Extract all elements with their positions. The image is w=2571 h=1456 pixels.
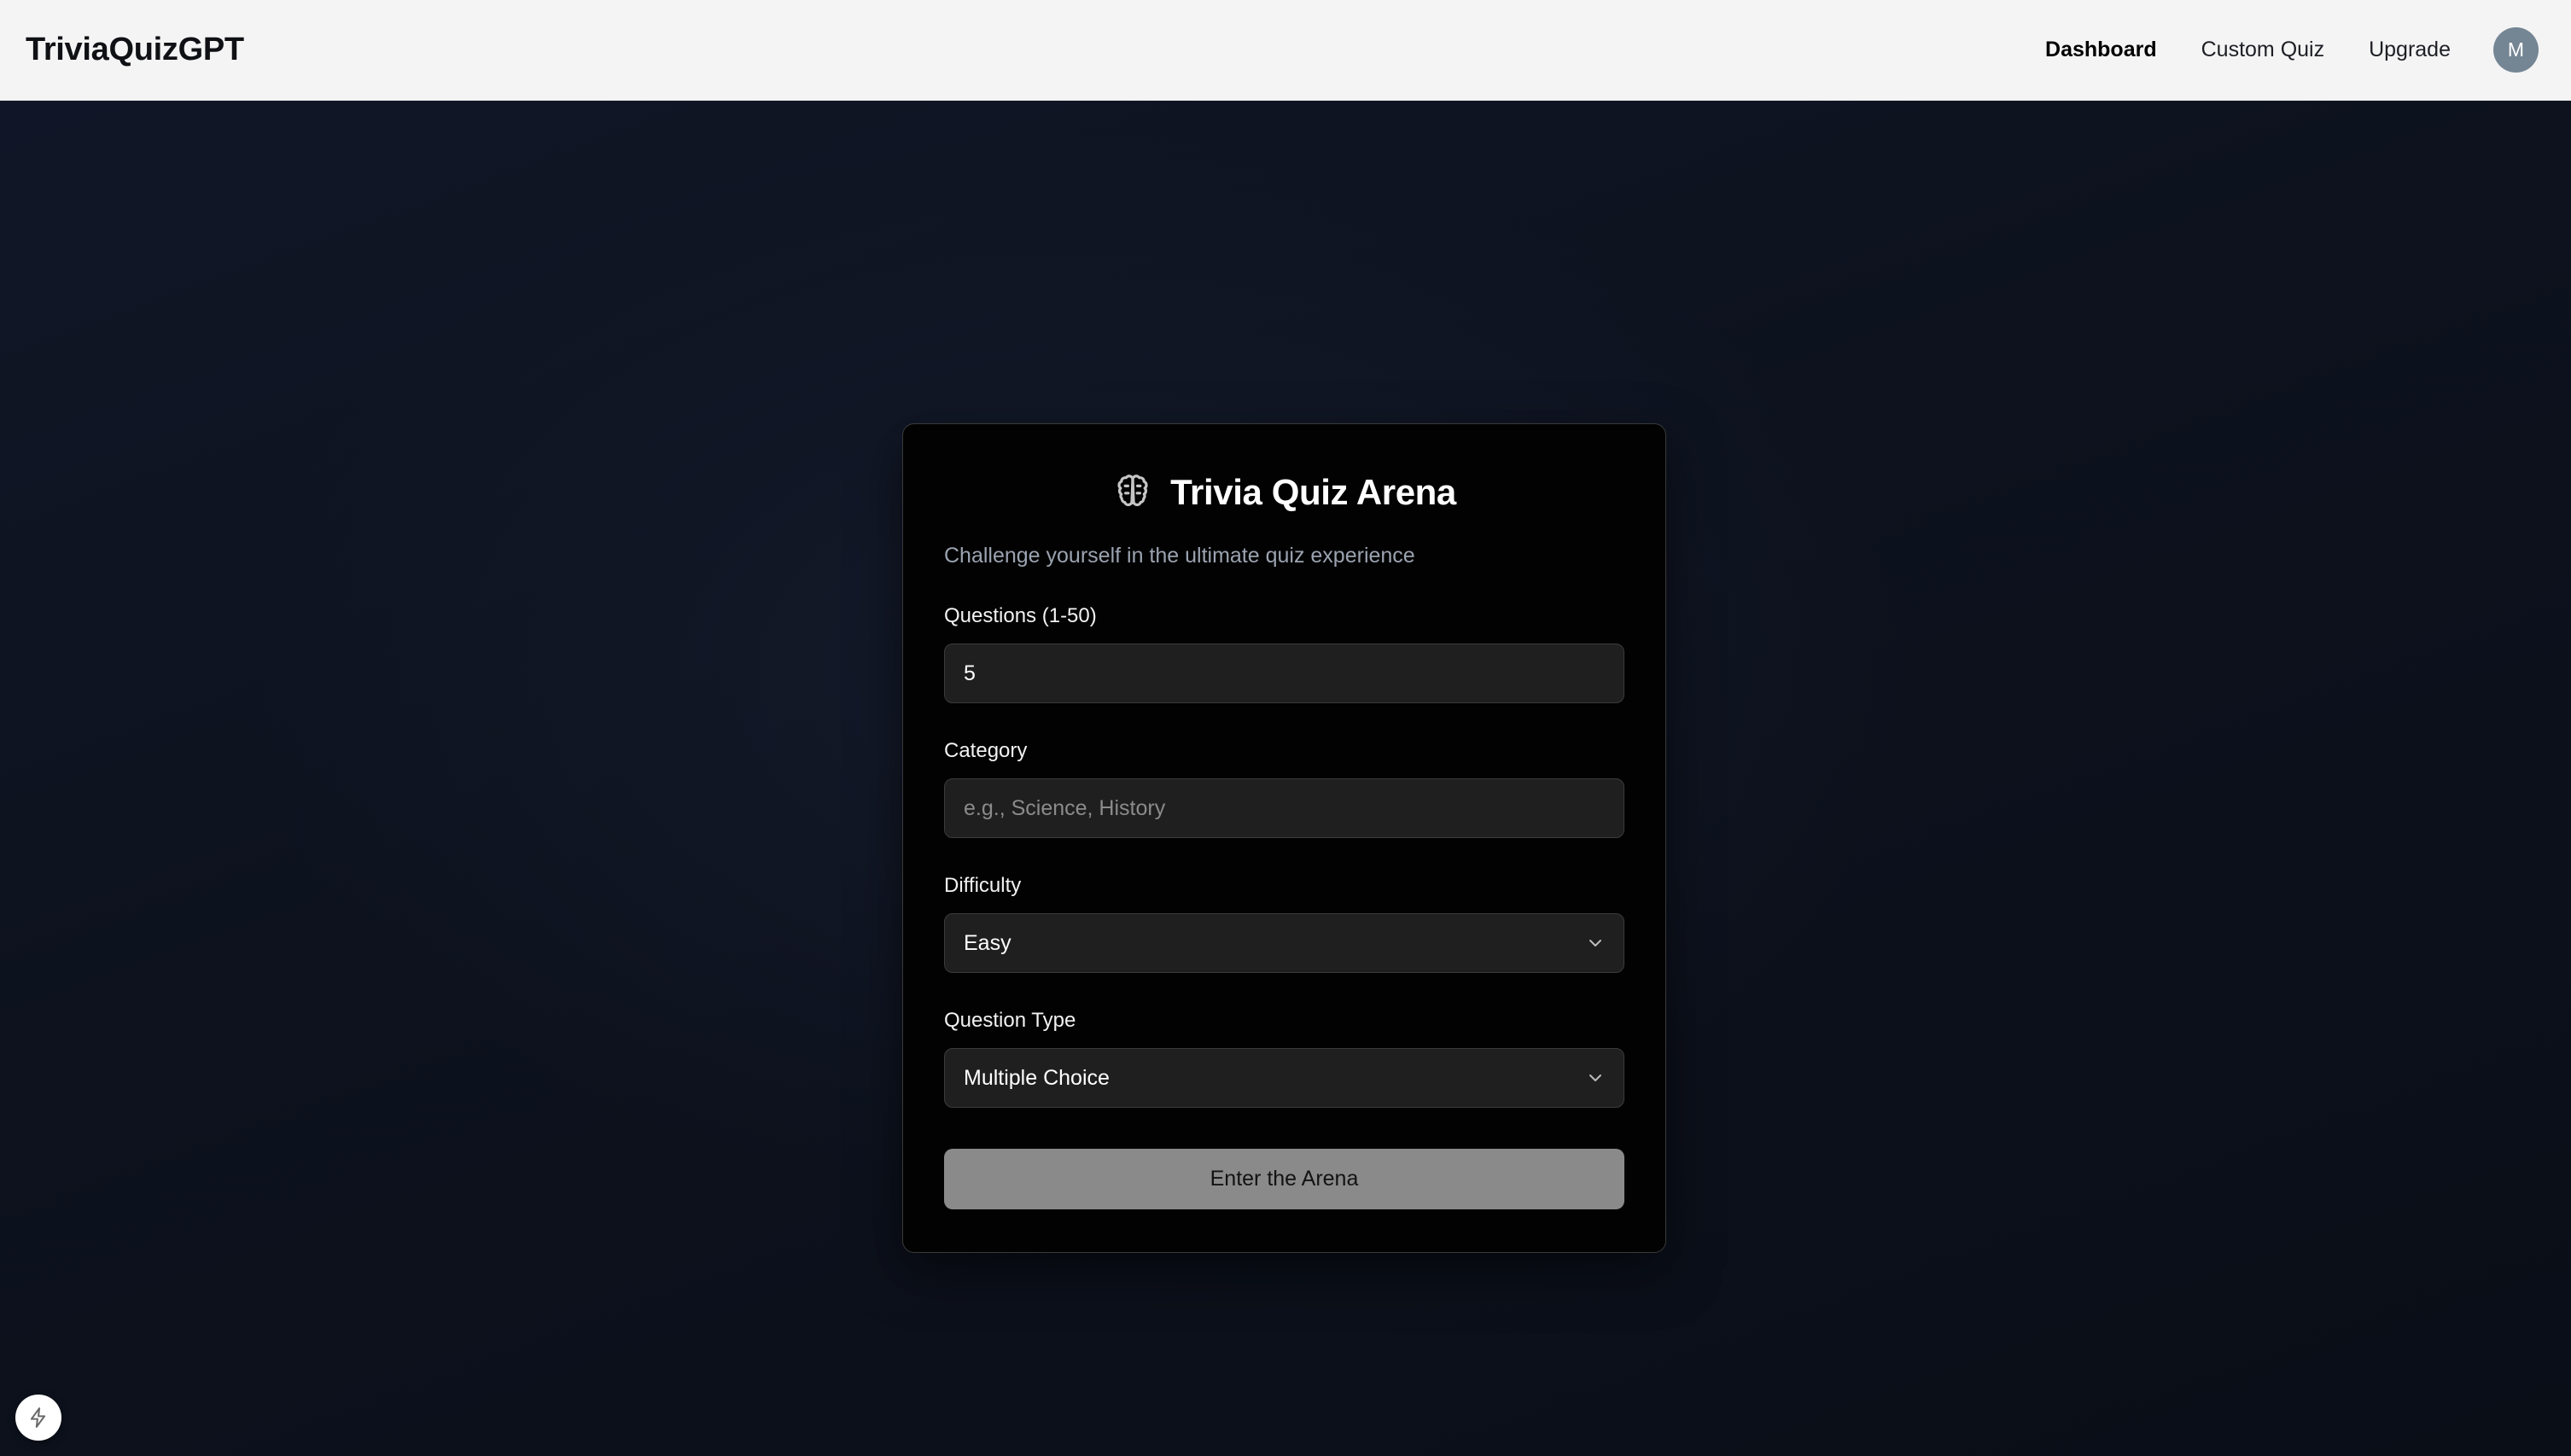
label-question-type: Question Type [944,1009,1624,1033]
field-question-type: Question Type Multiple Choice [944,1009,1624,1108]
app-root: TriviaQuizGPT Dashboard Custom Quiz Upgr… [0,0,2571,1456]
label-questions: Questions (1-50) [944,604,1624,628]
brain-icon [1112,472,1153,513]
quick-action-fab[interactable] [15,1395,61,1441]
nav-link-dashboard[interactable]: Dashboard [2023,38,2179,62]
card-title-row: Trivia Quiz Arena [944,472,1624,513]
quiz-setup-card: Trivia Quiz Arena Challenge yourself in … [902,423,1666,1253]
label-difficulty: Difficulty [944,874,1624,898]
lightning-bolt-icon [27,1406,50,1429]
top-navigation-bar: TriviaQuizGPT Dashboard Custom Quiz Upgr… [0,0,2571,101]
main-content: Trivia Quiz Arena Challenge yourself in … [0,101,2571,1456]
questions-input[interactable] [944,644,1624,703]
difficulty-select[interactable]: Easy [944,913,1624,973]
nav-link-upgrade[interactable]: Upgrade [2347,38,2473,62]
field-questions: Questions (1-50) [944,604,1624,703]
difficulty-select-wrap: Easy [944,913,1624,973]
field-category: Category [944,739,1624,838]
card-subtitle: Challenge yourself in the ultimate quiz … [944,544,1624,568]
card-title: Trivia Quiz Arena [1170,472,1456,513]
user-avatar[interactable]: M [2493,27,2539,73]
label-category: Category [944,739,1624,763]
enter-the-arena-button[interactable]: Enter the Arena [944,1149,1624,1209]
field-difficulty: Difficulty Easy [944,874,1624,973]
category-input[interactable] [944,778,1624,838]
question-type-select[interactable]: Multiple Choice [944,1048,1624,1108]
question-type-select-wrap: Multiple Choice [944,1048,1624,1108]
nav-link-custom-quiz[interactable]: Custom Quiz [2179,38,2347,62]
app-brand-logo[interactable]: TriviaQuizGPT [26,32,244,68]
main-nav: Dashboard Custom Quiz Upgrade M [2023,27,2539,73]
